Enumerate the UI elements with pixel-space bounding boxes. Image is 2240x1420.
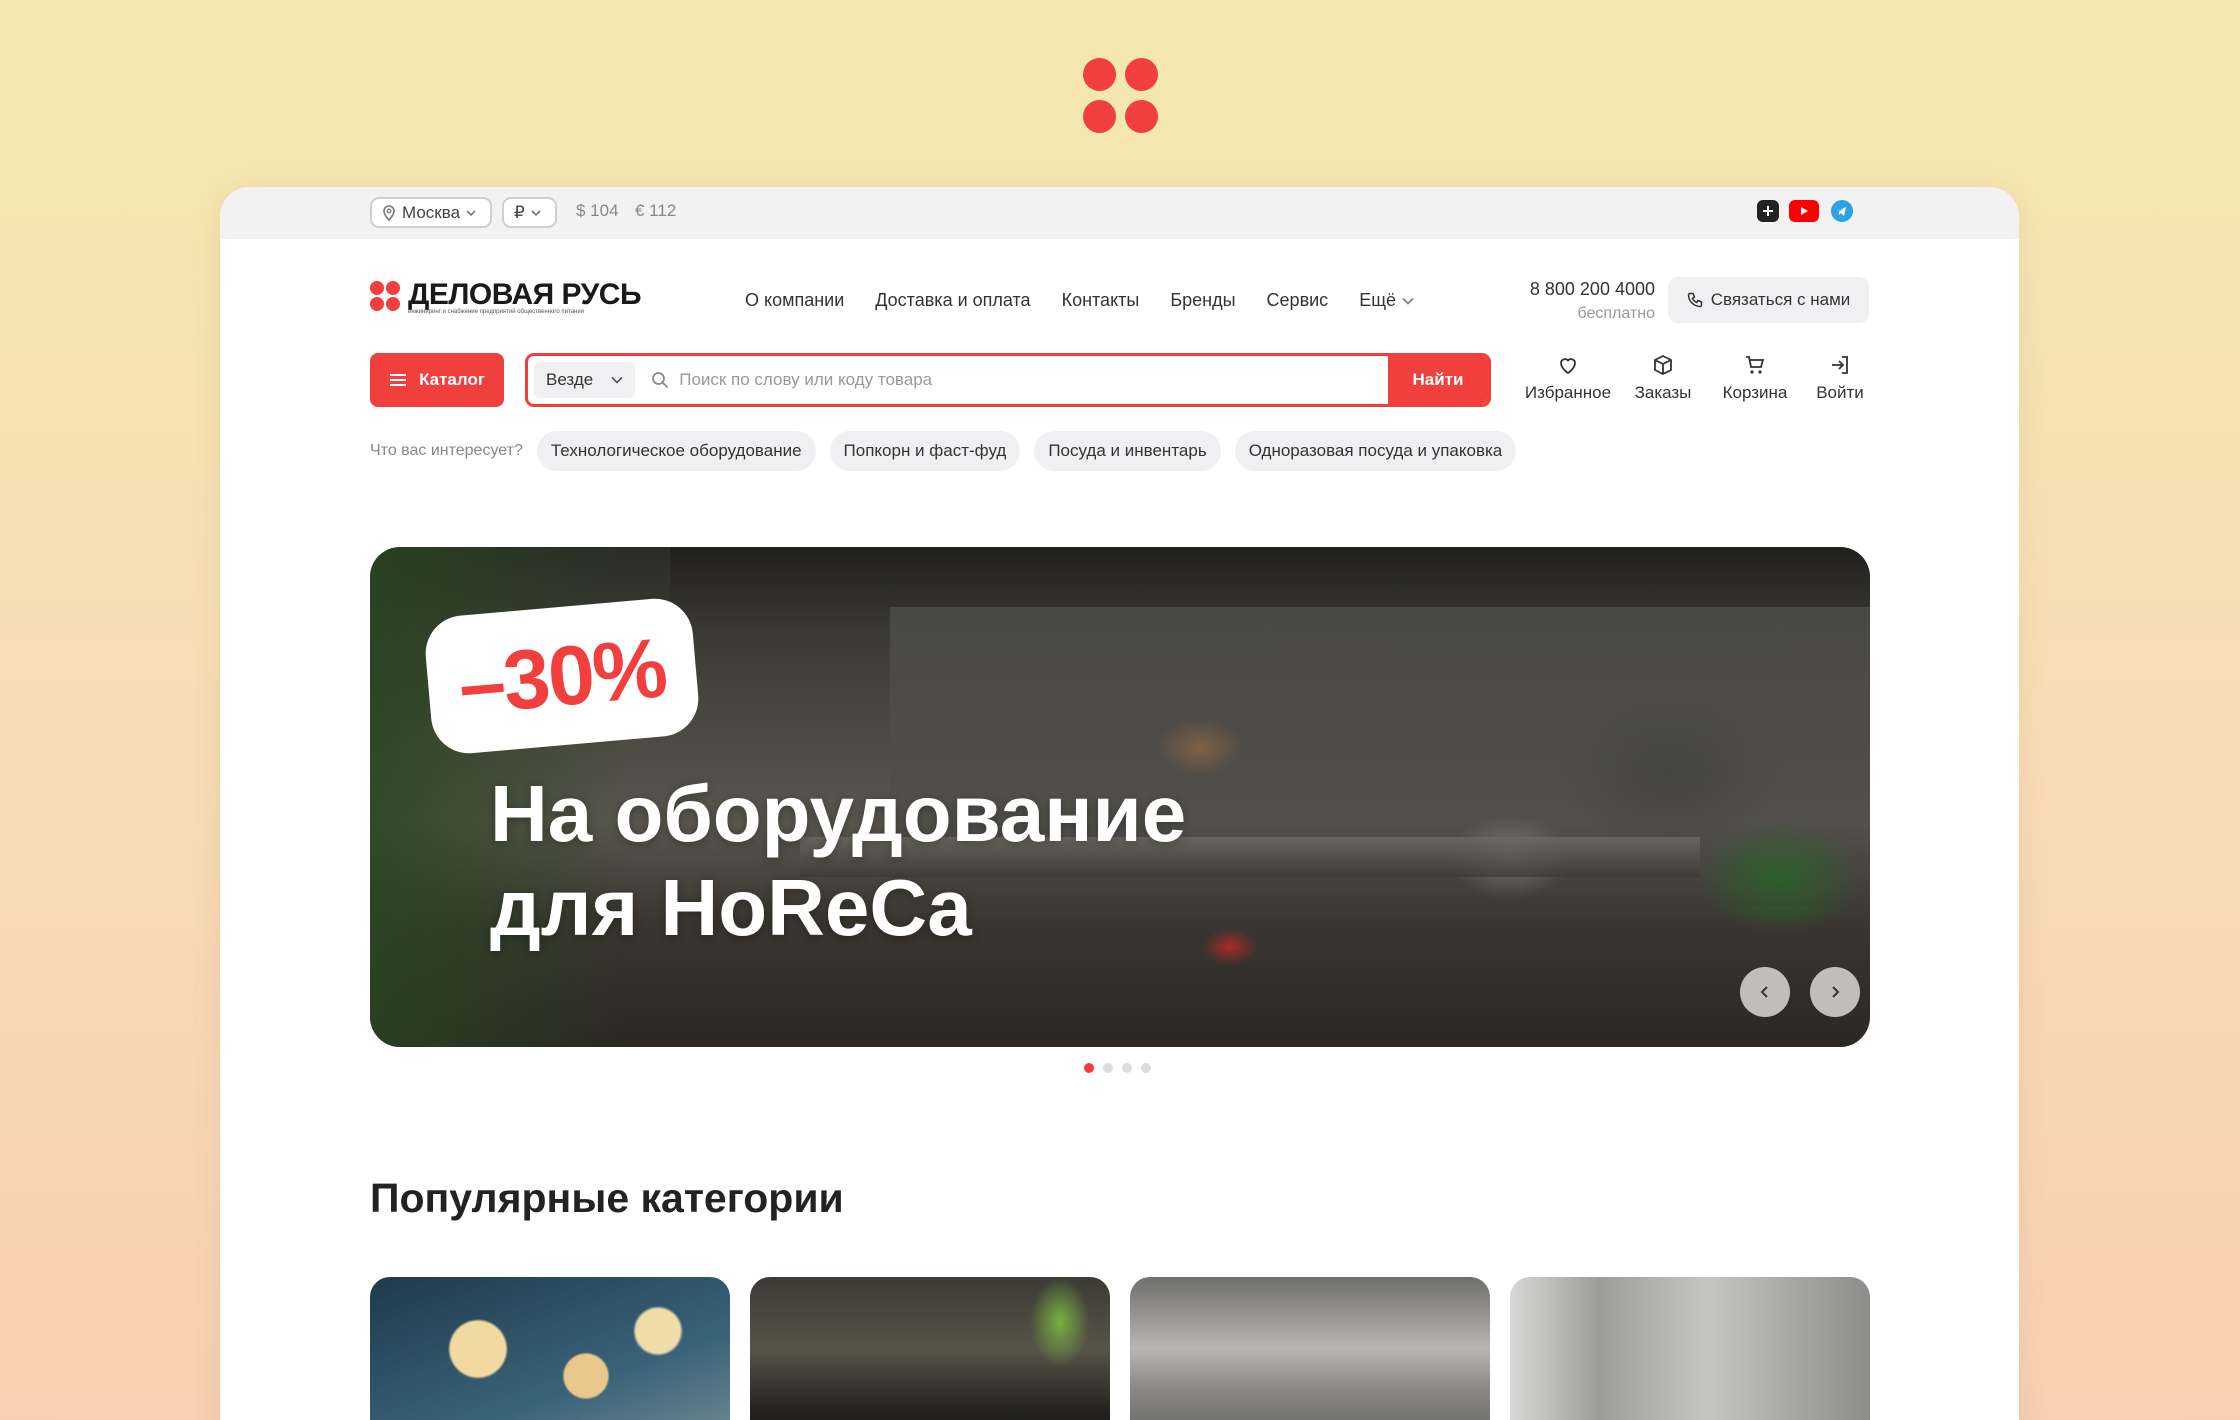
phone-number[interactable]: 8 800 200 4000: [1520, 279, 1655, 300]
hero-next-button[interactable]: [1810, 967, 1860, 1017]
chip-tableware[interactable]: Посуда и инвентарь: [1034, 431, 1221, 471]
nav-more-label: Ещё: [1359, 290, 1397, 310]
interest-chips: Что вас интересует? Технологическое обор…: [370, 431, 1517, 471]
chip-popcorn[interactable]: Попкорн и фаст-фуд: [829, 431, 1021, 471]
chevron-down-icon: [611, 376, 623, 384]
hero-prev-button[interactable]: [1740, 967, 1790, 1017]
box-icon: [1654, 354, 1672, 376]
cart-link[interactable]: Корзина: [1714, 353, 1796, 403]
chip-disposable[interactable]: Одноразовая посуда и упаковка: [1234, 431, 1517, 471]
app-logo-icon: [1083, 58, 1159, 134]
currency-label: ₽: [514, 202, 525, 222]
search-icon: [652, 372, 669, 389]
orders-label: Заказы: [1634, 383, 1692, 402]
catalog-label: Каталог: [419, 370, 485, 389]
chevron-down-icon: [1402, 297, 1414, 305]
carousel-dot[interactable]: [1122, 1063, 1132, 1073]
category-card-popcorn[interactable]: [370, 1277, 730, 1420]
search-input[interactable]: [679, 370, 1388, 390]
phone-icon: [1687, 292, 1702, 308]
brand-name: ДЕЛОВАЯ РУСЬ: [408, 278, 642, 311]
eur-rate: € 112: [635, 201, 677, 220]
category-card-ovens[interactable]: [1510, 1277, 1870, 1420]
interest-label: Что вас интересует?: [370, 442, 523, 459]
search-scope-label: Везде: [546, 370, 594, 389]
brand-logo[interactable]: ДЕЛОВАЯ РУСЬ инжиниринг и снабжение пред…: [370, 278, 642, 315]
category-card-kitchen[interactable]: [1130, 1277, 1490, 1420]
usd-rate: $ 104: [576, 201, 619, 220]
category-card-plant: [1030, 1277, 1090, 1367]
phone-block: 8 800 200 4000 бесплатно: [1520, 279, 1655, 323]
search-scope-select[interactable]: Везде: [534, 362, 636, 398]
category-card-coffee[interactable]: [750, 1277, 1110, 1420]
hero-title-line2: для HoReCa: [490, 863, 972, 952]
nav-item-brands[interactable]: Бренды: [1170, 290, 1235, 311]
carousel-dot[interactable]: [1084, 1063, 1094, 1073]
carousel-dots: [1084, 1063, 1151, 1073]
youtube-icon[interactable]: [1789, 200, 1819, 222]
nav-item-contacts[interactable]: Контакты: [1062, 290, 1140, 311]
vk-icon[interactable]: [1757, 200, 1779, 222]
utility-bar: Москва ₽ $ 104 € 112: [220, 187, 2019, 239]
contact-us-label: Связаться с нами: [1710, 290, 1851, 309]
nav-more-dropdown[interactable]: Ещё: [1359, 290, 1414, 311]
carousel-dot[interactable]: [1103, 1063, 1113, 1073]
chevron-right-icon: [1832, 986, 1840, 998]
login-icon: [1832, 356, 1848, 374]
discount-badge: –30%: [422, 595, 702, 757]
main-nav: О компании Доставка и оплата Контакты Бр…: [745, 290, 1414, 311]
favorites-link[interactable]: Избранное: [1520, 353, 1616, 403]
login-label: Войти: [1816, 383, 1864, 402]
location-pin-icon: [383, 204, 395, 221]
hero-title-line1: На оборудование: [490, 769, 1187, 858]
carousel-dot[interactable]: [1141, 1063, 1151, 1073]
favorites-label: Избранное: [1524, 383, 1612, 402]
chevron-down-icon: [531, 209, 541, 216]
phone-note: бесплатно: [1577, 305, 1656, 322]
chip-tech-equipment[interactable]: Технологическое оборудование: [536, 431, 816, 471]
search-bar: Везде Найти: [525, 353, 1491, 407]
heart-icon: [1560, 358, 1576, 375]
nav-item-service[interactable]: Сервис: [1267, 290, 1329, 311]
orders-link[interactable]: Заказы: [1628, 353, 1698, 403]
hero-title: На оборудование для HoReCa: [490, 767, 1290, 955]
city-label: Москва: [402, 202, 461, 222]
city-select[interactable]: Москва: [370, 197, 492, 228]
telegram-icon[interactable]: [1831, 200, 1853, 222]
brand-dots-icon: [370, 279, 402, 311]
chevron-left-icon: [1760, 986, 1768, 998]
cart-icon: [1746, 356, 1765, 374]
hero-banner[interactable]: –30% На оборудование для HoReCa: [370, 547, 1870, 1047]
search-field: [641, 356, 1388, 404]
chevron-down-icon: [466, 209, 476, 216]
popular-categories-title: Популярные категории: [370, 1175, 844, 1221]
nav-item-about[interactable]: О компании: [745, 290, 844, 311]
search-submit-button[interactable]: Найти: [1388, 356, 1488, 404]
menu-icon: [390, 374, 407, 386]
catalog-button[interactable]: Каталог: [370, 353, 504, 407]
currency-select[interactable]: ₽: [502, 197, 557, 228]
login-link[interactable]: Войти: [1808, 353, 1872, 403]
cart-label: Корзина: [1722, 383, 1788, 402]
contact-us-button[interactable]: Связаться с нами: [1668, 277, 1869, 323]
nav-item-delivery[interactable]: Доставка и оплата: [875, 290, 1030, 311]
browser-window: Москва ₽ $ 104 € 112 ДЕЛОВАЯ РУСЬ инжини…: [220, 187, 2019, 1420]
brand-tagline: инжиниринг и снабжение предприятий общес…: [408, 309, 584, 315]
